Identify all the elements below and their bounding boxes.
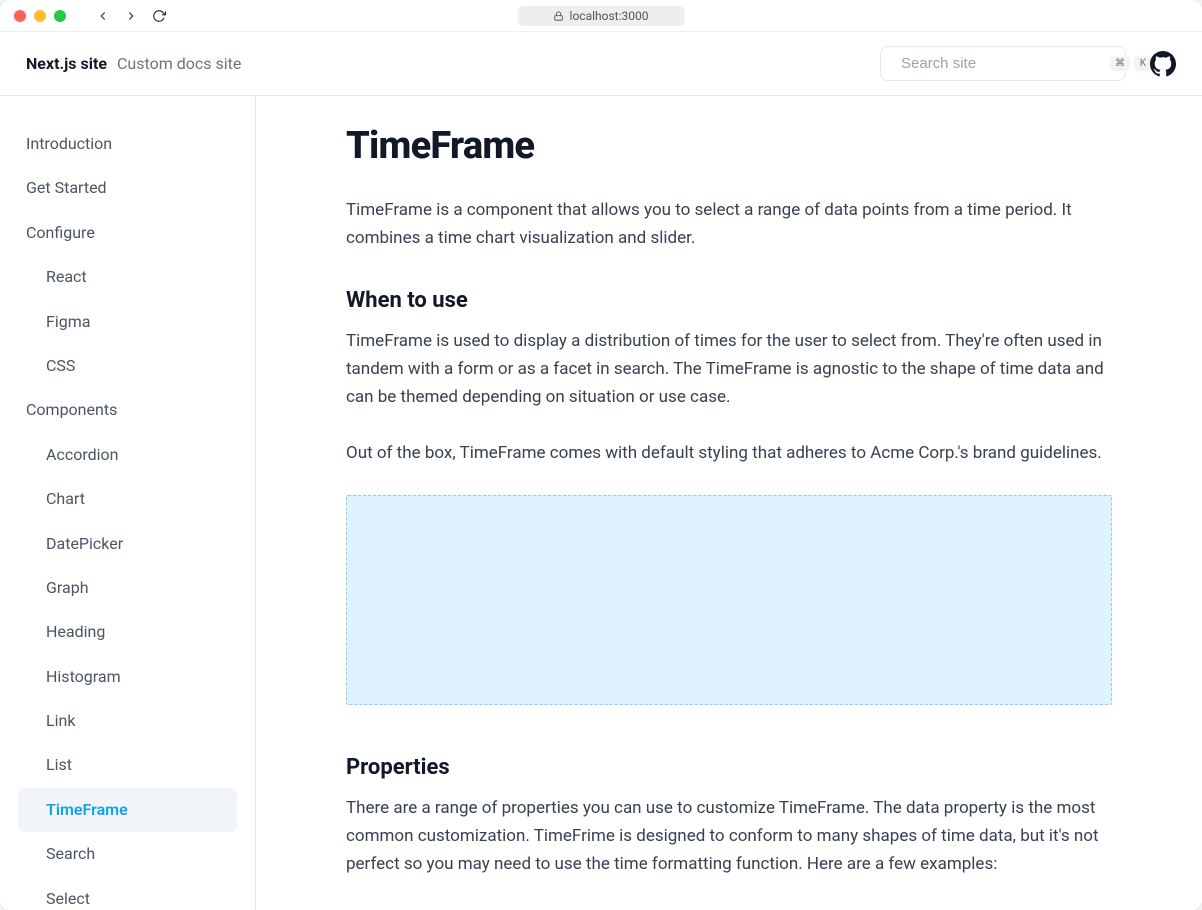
traffic-lights <box>14 10 66 22</box>
sidebar: IntroductionGet StartedConfigureReactFig… <box>0 96 256 910</box>
browser-window: localhost:3000 Next.js site Custom docs … <box>0 0 1202 910</box>
section-when-to-use-p2: Out of the box, TimeFrame comes with def… <box>346 439 1112 467</box>
section-when-to-use-heading: When to use <box>346 288 1112 313</box>
github-icon[interactable] <box>1150 51 1176 77</box>
site-title[interactable]: Next.js site <box>26 54 107 73</box>
header-left: Next.js site Custom docs site <box>26 54 241 73</box>
header-right: ⌘ K <box>880 46 1176 81</box>
section-properties-heading: Properties <box>346 755 1112 780</box>
maximize-window-button[interactable] <box>54 10 66 22</box>
back-button[interactable] <box>96 9 110 23</box>
lock-icon <box>554 11 564 21</box>
browser-nav <box>96 9 166 23</box>
sidebar-item-timeframe[interactable]: TimeFrame <box>18 788 237 832</box>
minimize-window-button[interactable] <box>34 10 46 22</box>
sidebar-item-introduction[interactable]: Introduction <box>18 122 237 166</box>
site-subtitle: Custom docs site <box>117 54 241 73</box>
kbd-shortcut: ⌘ K <box>1110 56 1152 71</box>
forward-button[interactable] <box>124 9 138 23</box>
section-properties-p1: There are a range of properties you can … <box>346 794 1112 878</box>
sidebar-item-get-started[interactable]: Get Started <box>18 166 237 210</box>
sidebar-item-list[interactable]: List <box>18 743 237 787</box>
sidebar-item-datepicker[interactable]: DatePicker <box>18 522 237 566</box>
sidebar-item-components[interactable]: Components <box>18 388 237 432</box>
reload-button[interactable] <box>152 9 166 23</box>
sidebar-item-graph[interactable]: Graph <box>18 566 237 610</box>
sidebar-item-search[interactable]: Search <box>18 832 237 876</box>
app-body: IntroductionGet StartedConfigureReactFig… <box>0 96 1202 910</box>
sidebar-item-chart[interactable]: Chart <box>18 477 237 521</box>
url-text: localhost:3000 <box>570 9 649 23</box>
browser-chrome: localhost:3000 <box>0 0 1202 32</box>
close-window-button[interactable] <box>14 10 26 22</box>
kbd-cmd: ⌘ <box>1110 56 1130 71</box>
sidebar-item-accordion[interactable]: Accordion <box>18 433 237 477</box>
section-when-to-use-p1: TimeFrame is used to display a distribut… <box>346 327 1112 411</box>
page-intro: TimeFrame is a component that allows you… <box>346 196 1112 252</box>
main-content: TimeFrame TimeFrame is a component that … <box>256 96 1202 910</box>
sidebar-item-select[interactable]: Select <box>18 877 237 910</box>
sidebar-item-figma[interactable]: Figma <box>18 300 237 344</box>
sidebar-item-heading[interactable]: Heading <box>18 610 237 654</box>
sidebar-item-css[interactable]: CSS <box>18 344 237 388</box>
app-header: Next.js site Custom docs site ⌘ K <box>0 32 1202 96</box>
sidebar-item-react[interactable]: React <box>18 255 237 299</box>
sidebar-item-link[interactable]: Link <box>18 699 237 743</box>
page-title: TimeFrame <box>346 124 1112 168</box>
search-box[interactable]: ⌘ K <box>880 46 1126 81</box>
sidebar-item-histogram[interactable]: Histogram <box>18 655 237 699</box>
search-input[interactable] <box>901 55 1100 72</box>
url-bar[interactable]: localhost:3000 <box>518 6 685 26</box>
sidebar-item-configure[interactable]: Configure <box>18 211 237 255</box>
component-preview-placeholder <box>346 495 1112 705</box>
